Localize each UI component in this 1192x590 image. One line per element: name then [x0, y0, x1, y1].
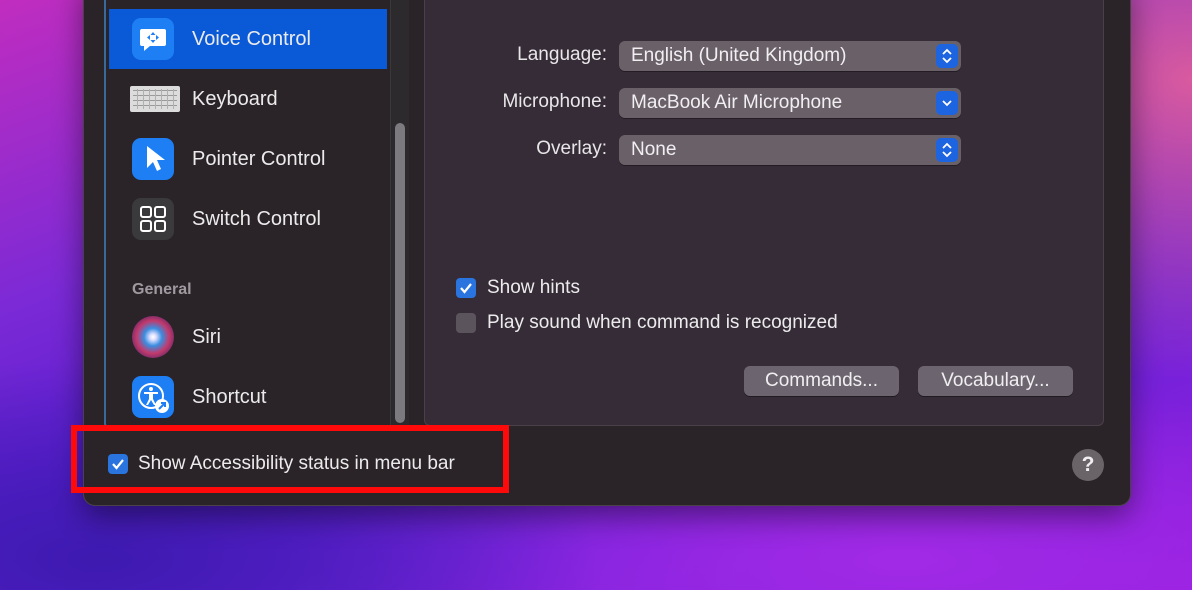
sidebar-item-siri[interactable]: Siri	[109, 307, 387, 367]
help-icon: ?	[1081, 453, 1095, 476]
overlay-value: None	[631, 139, 677, 160]
vocabulary-button[interactable]: Vocabulary...	[918, 366, 1073, 396]
chevron-up-down-icon	[936, 44, 958, 68]
voice-control-panel: Language: English (United Kingdom) Micro…	[424, 0, 1104, 426]
overlay-label: Overlay:	[536, 138, 607, 159]
sidebar-item-label: Shortcut	[192, 385, 267, 408]
microphone-label: Microphone:	[502, 91, 607, 112]
sidebar-item-label: Voice Control	[192, 27, 311, 50]
language-value: English (United Kingdom)	[631, 45, 847, 66]
sidebar-item-voice-control[interactable]: Voice Control	[109, 9, 387, 69]
show-hints-label: Show hints	[487, 277, 580, 298]
commands-button[interactable]: Commands...	[744, 366, 899, 396]
sidebar-list: Voice Control Keyboard Pointer Control S…	[109, 0, 387, 425]
sidebar-section-general: General	[132, 281, 192, 298]
language-label: Language:	[517, 44, 607, 65]
help-button[interactable]: ?	[1072, 449, 1104, 481]
sidebar-item-label: Siri	[192, 325, 221, 348]
checkmark-icon	[460, 283, 472, 294]
chevron-down-icon	[936, 91, 958, 115]
accessibility-shortcut-icon	[132, 376, 174, 418]
voice-control-icon	[132, 18, 174, 60]
sidebar-scrollbar-thumb[interactable]	[395, 123, 405, 423]
microphone-value: MacBook Air Microphone	[631, 92, 843, 113]
microphone-select[interactable]: MacBook Air Microphone	[619, 88, 961, 118]
sidebar: Voice Control Keyboard Pointer Control S…	[104, 0, 409, 427]
play-sound-checkbox[interactable]	[456, 313, 476, 333]
siri-icon	[132, 316, 174, 358]
sidebar-item-label: Pointer Control	[192, 147, 326, 170]
sidebar-item-switch-control[interactable]: Switch Control	[109, 189, 387, 249]
sidebar-item-label: Keyboard	[192, 87, 278, 110]
chevron-up-down-icon	[936, 138, 958, 162]
sidebar-item-pointer-control[interactable]: Pointer Control	[109, 129, 387, 189]
sidebar-item-label: Switch Control	[192, 207, 321, 230]
annotation-highlight-box	[71, 425, 509, 493]
play-sound-label: Play sound when command is recognized	[487, 312, 838, 333]
language-select[interactable]: English (United Kingdom)	[619, 41, 961, 71]
overlay-select[interactable]: None	[619, 135, 961, 165]
sidebar-item-keyboard[interactable]: Keyboard	[109, 69, 387, 129]
show-hints-checkbox[interactable]	[456, 278, 476, 298]
keyboard-icon	[130, 86, 180, 112]
pointer-control-icon	[132, 138, 174, 180]
sidebar-item-shortcut[interactable]: Shortcut	[109, 367, 387, 427]
switch-control-icon	[132, 198, 174, 240]
